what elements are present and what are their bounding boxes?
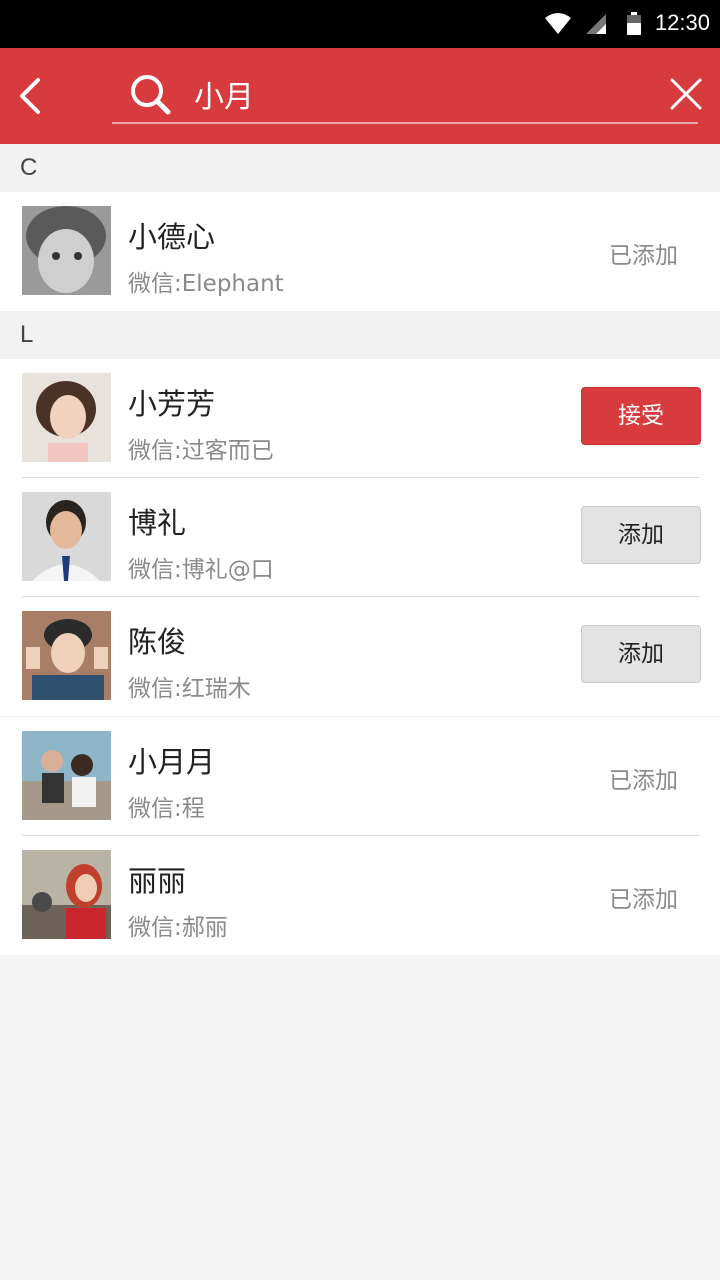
contact-name: 博礼 bbox=[128, 506, 187, 540]
wechat-id: 微信:Elephant bbox=[128, 271, 284, 297]
search-input[interactable] bbox=[194, 74, 614, 114]
avatar bbox=[22, 611, 111, 700]
contact-name: 陈俊 bbox=[128, 625, 187, 659]
contact-row[interactable]: 博礼 微信:博礼@口 添加 bbox=[0, 478, 720, 597]
battery-icon bbox=[627, 12, 641, 35]
avatar bbox=[22, 850, 111, 939]
added-status: 已添加 bbox=[609, 887, 678, 913]
status-bar: 12:30 bbox=[0, 0, 720, 48]
accept-button[interactable]: 接受 bbox=[581, 387, 701, 445]
added-status: 已添加 bbox=[609, 243, 678, 269]
wechat-id: 微信:红瑞木 bbox=[128, 676, 251, 702]
contact-name: 小月月 bbox=[128, 745, 216, 779]
contact-row[interactable]: 小月月 微信:程 已添加 bbox=[0, 717, 720, 836]
contact-name: 小德心 bbox=[128, 220, 216, 254]
search-icon bbox=[131, 75, 171, 115]
wechat-id: 微信:博礼@口 bbox=[128, 557, 274, 583]
clear-icon[interactable] bbox=[668, 76, 704, 112]
section-header-l: L bbox=[0, 311, 720, 359]
contact-name: 小芳芳 bbox=[128, 387, 216, 421]
contact-row[interactable]: 陈俊 微信:红瑞木 添加 bbox=[0, 597, 720, 716]
contact-row[interactable]: 丽丽 微信:郝丽 已添加 bbox=[0, 836, 720, 955]
avatar bbox=[22, 492, 111, 581]
contact-row[interactable]: 小德心 微信:Elephant 已添加 bbox=[0, 192, 720, 311]
search-underline bbox=[112, 122, 698, 124]
add-button[interactable]: 添加 bbox=[581, 506, 701, 564]
contact-name: 丽丽 bbox=[128, 864, 187, 898]
avatar bbox=[22, 731, 111, 820]
contact-row[interactable]: 小芳芳 微信:过客而已 接受 bbox=[0, 359, 720, 478]
wechat-id: 微信:郝丽 bbox=[128, 915, 228, 941]
search-header bbox=[0, 48, 720, 144]
signal-icon bbox=[586, 14, 606, 34]
wechat-id: 微信:程 bbox=[128, 796, 205, 822]
section-header-c: C bbox=[0, 144, 720, 192]
wechat-id: 微信:过客而已 bbox=[128, 438, 274, 464]
back-arrow-icon[interactable] bbox=[14, 76, 48, 116]
avatar bbox=[22, 373, 111, 462]
added-status: 已添加 bbox=[609, 768, 678, 794]
clock: 12:30 bbox=[654, 10, 710, 35]
wifi-icon bbox=[545, 13, 571, 34]
avatar bbox=[22, 206, 111, 295]
add-button[interactable]: 添加 bbox=[581, 625, 701, 683]
